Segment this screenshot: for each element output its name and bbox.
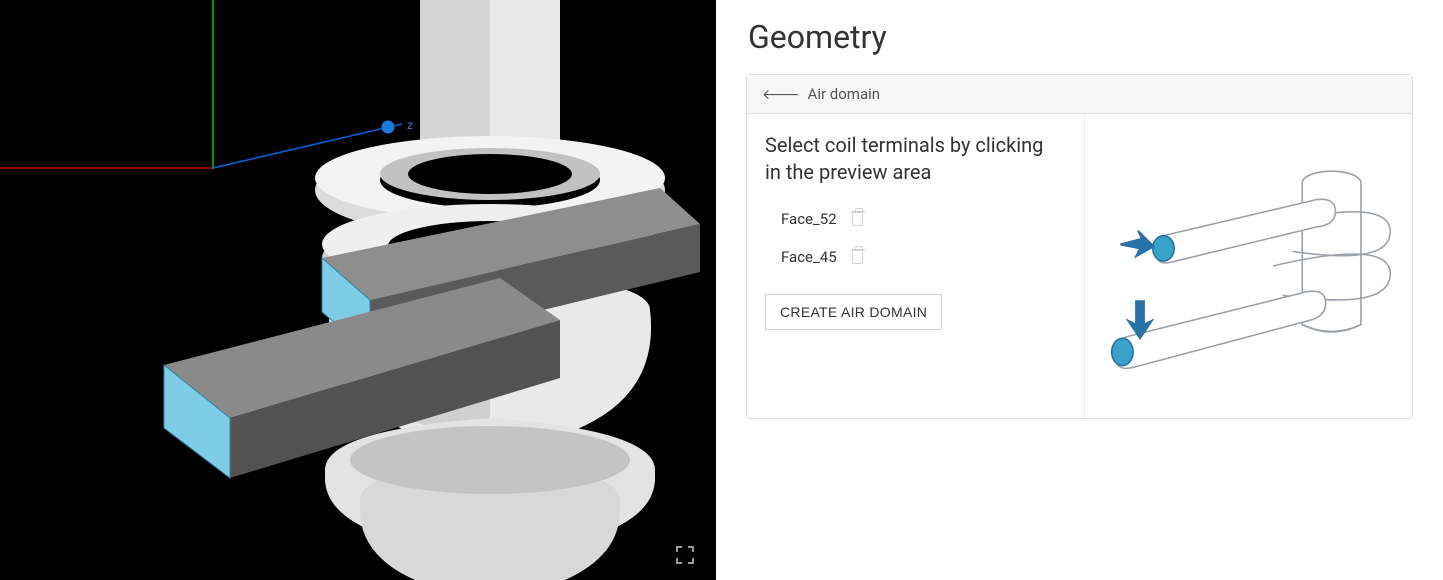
axis-gizmo — [0, 0, 402, 169]
face-item: Face_52 — [765, 204, 1064, 242]
back-arrow-icon: 🡐 — [762, 86, 800, 103]
breadcrumb-label: Air domain — [808, 85, 881, 103]
arrow-icon — [1120, 231, 1153, 256]
face-item: Face_45 — [765, 242, 1064, 280]
breadcrumb-back[interactable]: 🡐 Air domain — [747, 75, 1412, 114]
trash-icon[interactable] — [851, 211, 865, 227]
axis-label-z: z — [407, 118, 413, 132]
geometry-panel: 🡐 Air domain Select coil terminals by cl… — [746, 74, 1413, 419]
instruction-text: Select coil terminals by clicking in the… — [765, 132, 1064, 186]
trash-icon[interactable] — [851, 249, 865, 265]
fullscreen-icon[interactable] — [676, 546, 694, 564]
hint-diagram — [1084, 114, 1412, 418]
face-name: Face_45 — [781, 248, 837, 266]
create-air-domain-button[interactable]: CREATE AIR DOMAIN — [765, 294, 942, 330]
page-title: Geometry — [748, 18, 1413, 56]
preview-viewport[interactable]: z — [0, 0, 716, 580]
face-name: Face_52 — [781, 210, 837, 228]
side-panel: Geometry 🡐 Air domain Select coil termin… — [716, 0, 1443, 580]
